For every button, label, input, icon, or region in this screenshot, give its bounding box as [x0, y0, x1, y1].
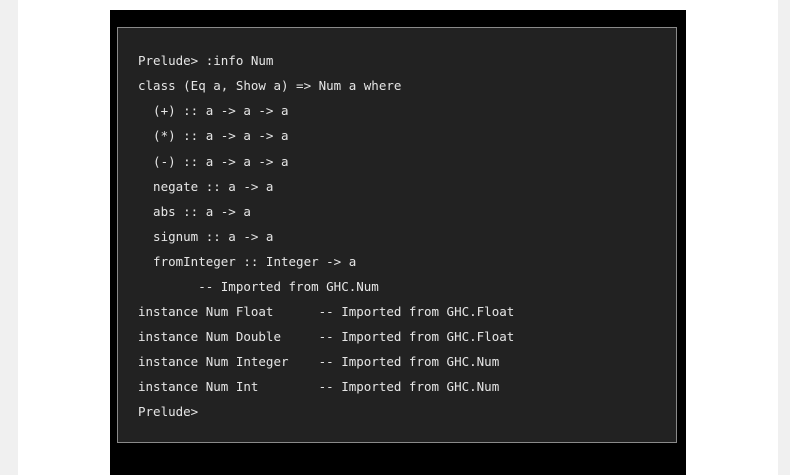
terminal-line-instance-float: instance Num Float -- Imported from GHC.… — [138, 304, 515, 319]
terminal-line-prompt[interactable]: Prelude> — [138, 402, 198, 422]
terminal-line-instance-integer: instance Num Integer -- Imported from GH… — [138, 354, 500, 369]
terminal-line-negate: negate :: a -> a — [138, 179, 274, 194]
ghci-terminal[interactable]: Prelude> :info Num class (Eq a, Show a) … — [117, 27, 677, 443]
terminal-line-instance-double: instance Num Double -- Imported from GHC… — [138, 329, 515, 344]
terminal-line-class-decl: class (Eq a, Show a) => Num a where — [138, 78, 402, 93]
terminal-line-prompt-info: Prelude> :info Num — [138, 53, 274, 68]
terminal-line-signum: signum :: a -> a — [138, 229, 274, 244]
terminal-line-frominteger: fromInteger :: Integer -> a — [138, 254, 357, 269]
terminal-line-plus: (+) :: a -> a -> a — [138, 103, 289, 118]
terminal-line-times: (*) :: a -> a -> a — [138, 128, 289, 143]
terminal-line-imported-num: -- Imported from GHC.Num — [138, 279, 379, 294]
terminal-line-minus: (-) :: a -> a -> a — [138, 154, 289, 169]
terminal-line-instance-int: instance Num Int -- Imported from GHC.Nu… — [138, 379, 500, 394]
terminal-line-abs: abs :: a -> a — [138, 204, 251, 219]
